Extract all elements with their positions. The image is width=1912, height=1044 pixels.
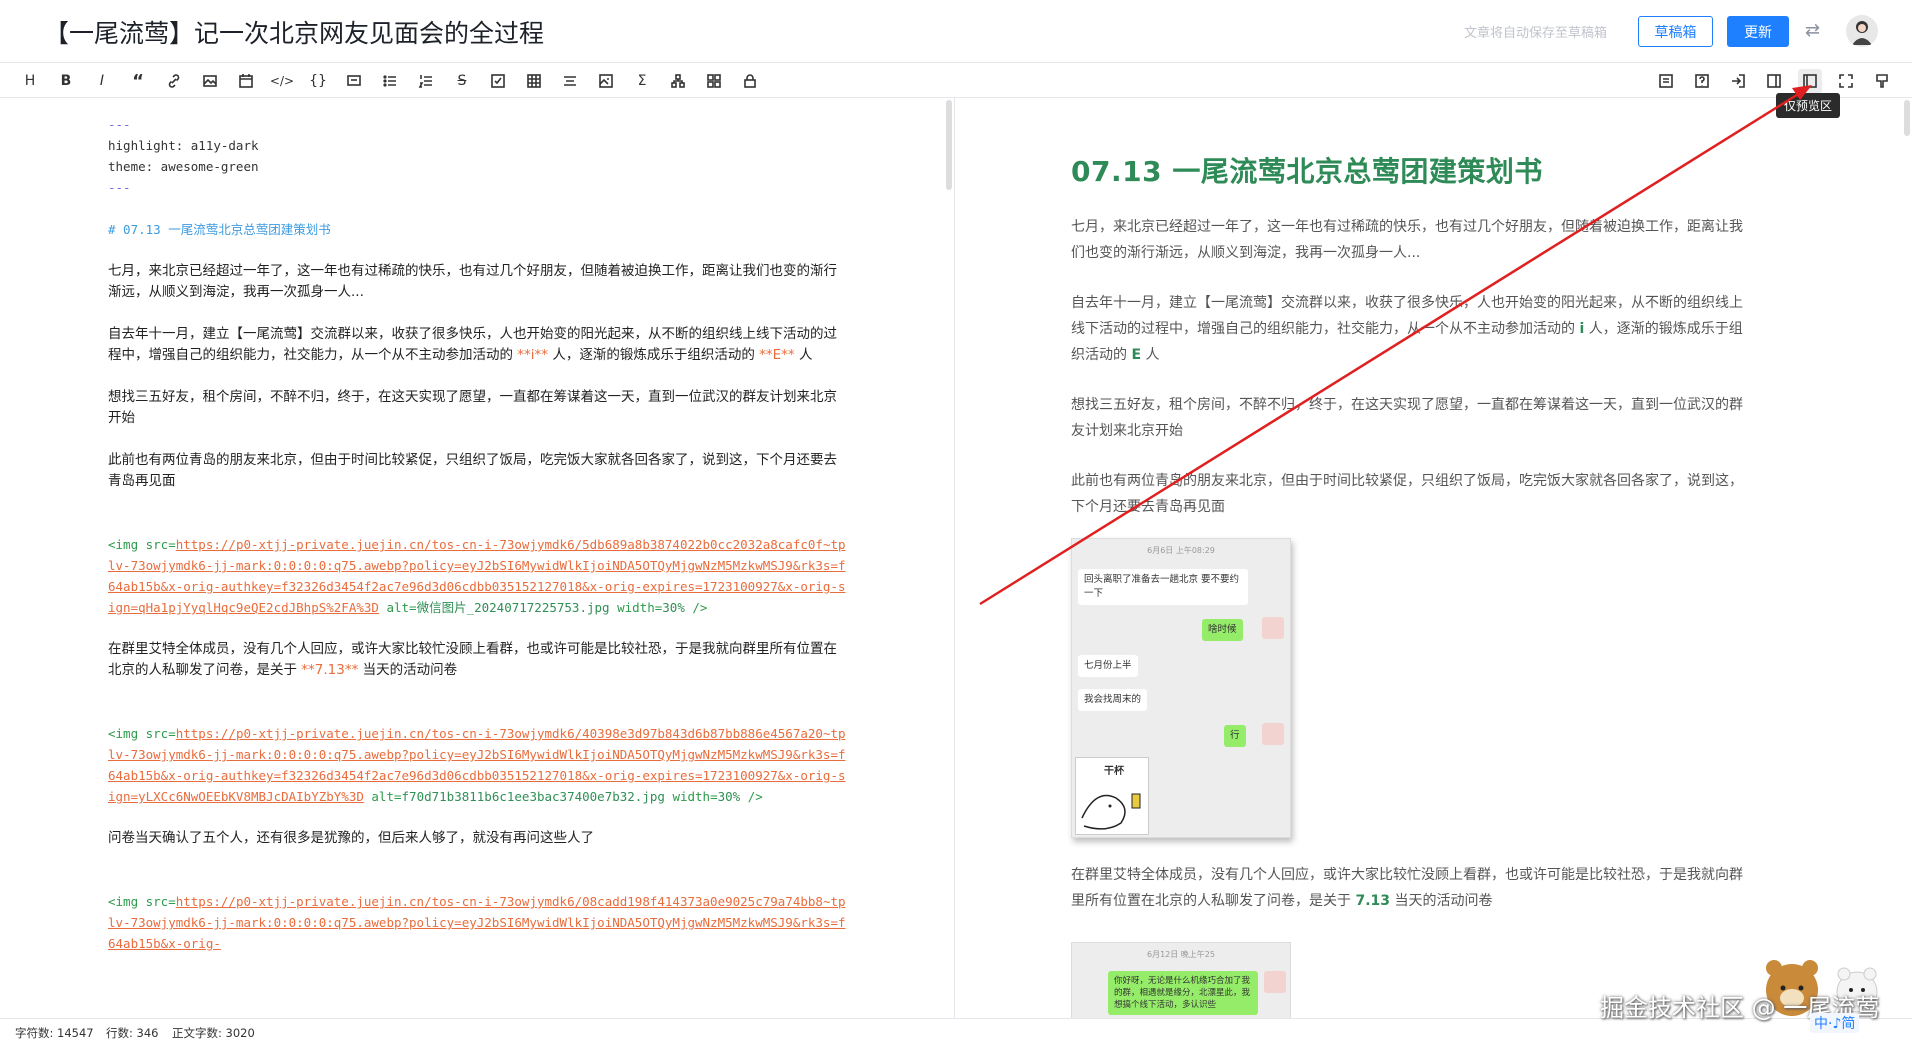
chat-bubble: 你好呀，无论是什么机缘巧合加了我的群，相遇就是缘分，北漂星此，我想搞个线下活动，… bbox=[1108, 971, 1258, 1015]
editor-scrollbar[interactable] bbox=[946, 100, 952, 190]
chat-avatar bbox=[1262, 617, 1284, 639]
frontmatter-line: --- bbox=[108, 117, 131, 132]
italic-icon[interactable]: I bbox=[90, 69, 114, 93]
article-title[interactable]: 【一尾流莺】记一次北京网友见面会的全过程 bbox=[44, 14, 544, 50]
preview-pane[interactable]: 07.13 一尾流莺北京总莺团建策划书 七月，来北京已经超过一年了，这一年也有过… bbox=[956, 98, 1912, 1018]
editor-content[interactable]: --- highlight: a11y-dark theme: awesome-… bbox=[108, 114, 848, 954]
grid-icon[interactable] bbox=[702, 69, 726, 93]
image-block-icon[interactable] bbox=[594, 69, 618, 93]
code-icon[interactable]: </> bbox=[270, 69, 294, 93]
md-paragraph: 在群里艾特全体成员，没有几个人回应，或许大家比较忙没顾上看群，也或许可能是比较社… bbox=[108, 641, 837, 678]
line-count: 行数: 346 bbox=[106, 1026, 159, 1040]
toc-icon[interactable] bbox=[1654, 69, 1678, 93]
strikethrough-icon[interactable]: S bbox=[450, 69, 474, 93]
sticker-image: 干杯 bbox=[1075, 757, 1149, 835]
chat-bubble: 行 bbox=[1224, 725, 1246, 747]
md-heading: # 07.13 一尾流莺北京总莺团建策划书 bbox=[108, 222, 331, 237]
exchange-icon[interactable]: ⇄ bbox=[1805, 20, 1820, 41]
draft-box-button[interactable]: 草稿箱 bbox=[1638, 16, 1713, 47]
editor-toolbar: H B I “ </> {} S Σ 仅预览区 bbox=[0, 63, 1912, 118]
preview-paragraph: 想找三五好友，租个房间，不醉不归，终于，在这天实现了愿望，一直都在筹谋着这一天，… bbox=[1071, 397, 1743, 439]
preview-scrollbar[interactable] bbox=[1904, 100, 1910, 136]
autosave-hint: 文章将自动保存至草稿箱 bbox=[1464, 26, 1608, 41]
bold-icon[interactable]: B bbox=[54, 69, 78, 93]
md-img-tag: <img src=https://p0-xtjj-private.juejin.… bbox=[108, 726, 846, 804]
header-bar: 【一尾流莺】记一次北京网友见面会的全过程 文章将自动保存至草稿箱 草稿箱 更新 … bbox=[0, 0, 1912, 63]
frontmatter-line: theme: awesome-green bbox=[108, 159, 259, 174]
preview-paragraph: 此前也有两位青岛的朋友来北京，但由于时间比较紧促，只组织了饭局，吃完饭大家就各回… bbox=[1071, 473, 1743, 515]
chat-bubble: 啥时候 bbox=[1202, 619, 1243, 641]
lock-icon[interactable] bbox=[738, 69, 762, 93]
avatar[interactable] bbox=[1846, 15, 1878, 47]
chat-avatar bbox=[1264, 971, 1286, 993]
ime-indicator[interactable]: 中·♪简 bbox=[1810, 1013, 1860, 1033]
preview-paragraph: 自去年十一月，建立【一尾流莺】交流群以来，收获了很多快乐，人也开始变的阳光起来，… bbox=[1071, 295, 1743, 363]
preview-paragraph: 在群里艾特全体成员，没有几个人回应，或许大家比较忙没顾上看群，也或许可能是比较社… bbox=[1071, 867, 1743, 909]
md-paragraph: 问卷当天确认了五个人，还有很多是犹豫的，但后来人够了，就没有再问这些人了 bbox=[108, 830, 594, 846]
ordered-list-icon[interactable] bbox=[414, 69, 438, 93]
code-block-icon[interactable]: {} bbox=[306, 69, 330, 93]
md-strong: **E** bbox=[759, 347, 795, 363]
sync-scroll-icon[interactable] bbox=[1762, 69, 1786, 93]
preview-strong: 7.13 bbox=[1355, 893, 1390, 909]
preview-strong: E bbox=[1131, 347, 1142, 363]
chat-bubble: 回头离职了准备去一趟北京 要不要约一下 bbox=[1078, 569, 1248, 605]
link-icon[interactable] bbox=[162, 69, 186, 93]
chat-bubble: 七月份上半 bbox=[1078, 655, 1138, 677]
md-strong: **7.13** bbox=[301, 662, 359, 678]
md-paragraph: 七月，来北京已经超过一年了，这一年也有过稀疏的快乐，也有过几个好朋友，但随着被迫… bbox=[108, 263, 837, 300]
image-icon[interactable] bbox=[198, 69, 222, 93]
formula-icon[interactable]: Σ bbox=[630, 69, 654, 93]
md-paragraph: 想找三五好友，租个房间，不醉不归，终于，在这天实现了愿望，一直都在筹谋着这一天，… bbox=[108, 389, 837, 426]
chat-screenshot-image: 6月12日 晚上午25 你好呀，无论是什么机缘巧合加了我的群，相遇就是缘分，北漂… bbox=[1071, 942, 1291, 1018]
heading-icon[interactable]: H bbox=[18, 69, 42, 93]
chat-timestamp: 6月6日 上午08:29 bbox=[1147, 546, 1215, 555]
unordered-list-icon[interactable] bbox=[378, 69, 402, 93]
graph-icon[interactable] bbox=[666, 69, 690, 93]
preview-heading: 07.13 一尾流莺北京总莺团建策划书 bbox=[1071, 155, 1543, 188]
md-img-tag: <img src=https://p0-xtjj-private.juejin.… bbox=[108, 894, 846, 951]
fullscreen-icon[interactable] bbox=[1834, 69, 1858, 93]
markdown-editor[interactable]: --- highlight: a11y-dark theme: awesome-… bbox=[0, 98, 955, 1018]
md-paragraph: 此前也有两位青岛的朋友来北京，但由于时间比较紧促，只组织了饭局，吃完饭大家就各回… bbox=[108, 452, 837, 489]
update-button[interactable]: 更新 bbox=[1727, 16, 1789, 47]
char-count: 字符数: 14547 bbox=[15, 1026, 94, 1040]
md-strong: **i** bbox=[517, 347, 549, 363]
calendar-icon[interactable] bbox=[234, 69, 258, 93]
chat-avatar bbox=[1262, 723, 1284, 745]
preview-only-icon[interactable] bbox=[1798, 69, 1822, 93]
chat-bubble: 我会找周末的 bbox=[1078, 689, 1148, 711]
frontmatter-line: --- bbox=[108, 180, 131, 195]
md-paragraph: 自去年十一月，建立【一尾流莺】交流群以来，收获了很多快乐，人也开始变的阳光起来，… bbox=[108, 326, 837, 363]
md-img-tag: <img src=https://p0-xtjj-private.juejin.… bbox=[108, 537, 846, 615]
body-char-count: 正文字数: 3020 bbox=[172, 1026, 255, 1040]
task-list-icon[interactable] bbox=[486, 69, 510, 93]
quote-icon[interactable]: “ bbox=[126, 69, 150, 93]
align-icon[interactable] bbox=[558, 69, 582, 93]
help-icon[interactable] bbox=[1690, 69, 1714, 93]
chat-screenshot-image: 6月6日 上午08:29 回头离职了准备去一趟北京 要不要约一下 啥时候 七月份… bbox=[1071, 538, 1291, 838]
theme-icon[interactable] bbox=[1870, 69, 1894, 93]
table-icon[interactable] bbox=[522, 69, 546, 93]
preview-content: 07.13 一尾流莺北京总莺团建策划书 七月，来北京已经超过一年了，这一年也有过… bbox=[1071, 98, 1751, 1018]
export-icon[interactable] bbox=[1726, 69, 1750, 93]
comment-icon[interactable] bbox=[342, 69, 366, 93]
preview-paragraph: 七月，来北京已经超过一年了，这一年也有过稀疏的快乐，也有过几个好朋友，但随着被迫… bbox=[1071, 219, 1743, 261]
chat-timestamp: 6月12日 晚上午25 bbox=[1147, 950, 1215, 959]
frontmatter-line: highlight: a11y-dark bbox=[108, 138, 259, 153]
